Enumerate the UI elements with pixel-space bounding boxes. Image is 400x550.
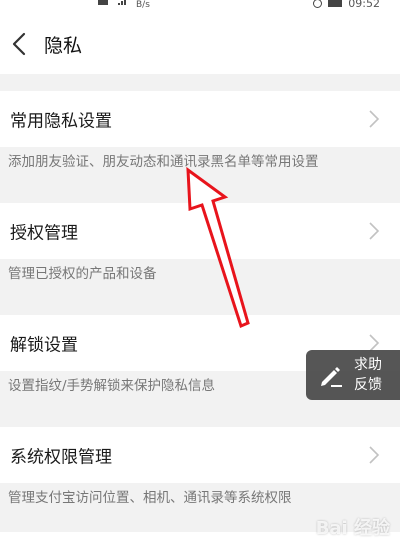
- row-label: 系统权限管理: [10, 447, 112, 468]
- alarm-icon: [313, 0, 323, 8]
- back-button[interactable]: [4, 26, 34, 62]
- help-feedback-label: 求助 反馈: [354, 357, 382, 393]
- help-feedback-button[interactable]: 求助 反馈: [306, 350, 400, 400]
- authorization-management-row[interactable]: 授权管理: [0, 203, 400, 259]
- chevron-right-icon: [369, 446, 380, 464]
- privacy-settings-page: B/s 09:52 隐私 常用隐私设置 添加朋友验证、朋友动态和通讯录黑名单等常…: [0, 0, 400, 550]
- pencil-icon: [321, 367, 342, 387]
- page-title: 隐私: [44, 35, 83, 57]
- chevron-right-icon: [369, 222, 380, 240]
- chevron-right-icon: [369, 110, 380, 128]
- nav-header: 隐私: [0, 14, 400, 74]
- status-time: 09:52: [348, 0, 380, 10]
- battery-icon: [328, 0, 343, 7]
- chevron-left-icon: [12, 32, 26, 56]
- row-label: 授权管理: [10, 223, 78, 244]
- notification-icon: [98, 0, 108, 5]
- common-privacy-settings-row[interactable]: 常用隐私设置: [0, 91, 400, 147]
- network-speed-unit: B/s: [136, 0, 150, 10]
- row-description: 管理已授权的产品和设备: [8, 266, 157, 282]
- row-description: 添加朋友验证、朋友动态和通讯录黑名单等常用设置: [8, 154, 319, 170]
- row-label: 解锁设置: [10, 335, 78, 356]
- row-description: 管理支付宝访问位置、相机、通讯录等系统权限: [8, 490, 292, 506]
- system-permission-management-row[interactable]: 系统权限管理: [0, 427, 400, 483]
- watermark: Bai 经验: [315, 518, 390, 539]
- row-label: 常用隐私设置: [10, 111, 112, 132]
- signal-icon: [118, 0, 126, 5]
- status-bar: B/s 09:52: [0, 0, 400, 14]
